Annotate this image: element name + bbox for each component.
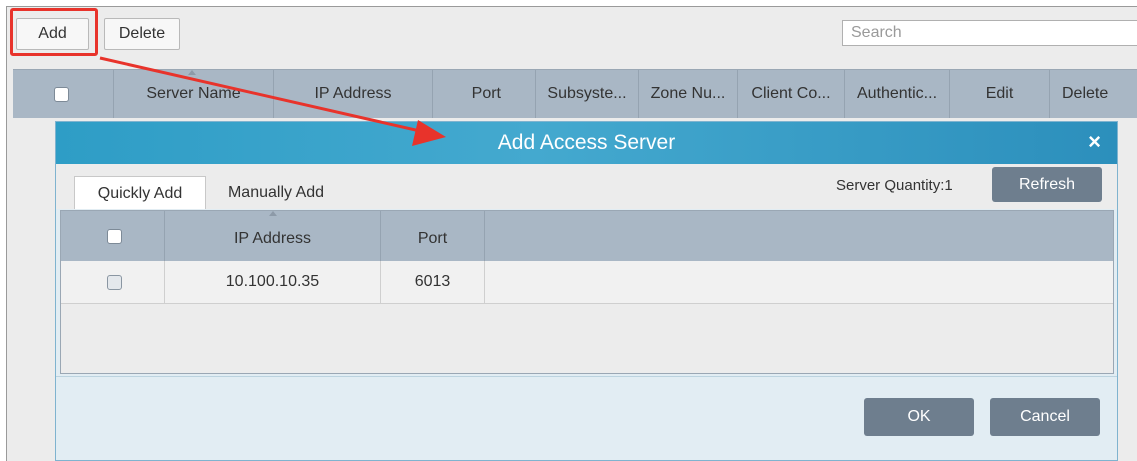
- dialog-tab-bar: Quickly Add Manually Add Server Quantity…: [56, 164, 1117, 209]
- row-checkbox[interactable]: [107, 275, 122, 290]
- dialog-footer-divider: [56, 376, 1117, 377]
- add-access-server-dialog: Add Access Server × Quickly Add Manually…: [55, 121, 1118, 461]
- server-quantity-label: Server Quantity:1: [836, 177, 953, 194]
- add-button-highlight: [10, 8, 98, 56]
- inner-select-all-checkbox[interactable]: [107, 229, 122, 244]
- col-port-label: Port: [471, 85, 501, 102]
- col-delete-label: Delete: [1062, 85, 1109, 102]
- inner-header-select-all-cell: [61, 211, 165, 261]
- inner-col-ip-address[interactable]: IP Address: [165, 211, 381, 261]
- quick-add-table-header: IP Address Port: [61, 211, 1113, 261]
- inner-col-port-label: Port: [417, 230, 448, 247]
- col-edit-label: Edit: [985, 85, 1014, 102]
- tab-quickly-add[interactable]: Quickly Add: [74, 176, 206, 209]
- col-subsystem-label: Subsyste...: [547, 85, 627, 102]
- tab-manually-add[interactable]: Manually Add: [216, 176, 336, 209]
- col-zone-number[interactable]: Zone Nu...: [639, 70, 738, 118]
- server-table-header: Server Name IP Address Port Subsyste... …: [13, 69, 1137, 118]
- row-ip-address: 10.100.10.35: [165, 261, 381, 303]
- cancel-button[interactable]: Cancel: [990, 398, 1100, 436]
- row-select-cell: [61, 261, 165, 303]
- col-ip-address-label: IP Address: [314, 85, 392, 102]
- quick-add-server-table: IP Address Port 10.100.10.35 6013: [60, 210, 1114, 374]
- ok-button[interactable]: OK: [864, 398, 974, 436]
- col-port[interactable]: Port: [433, 70, 536, 118]
- close-icon[interactable]: ×: [1088, 122, 1101, 162]
- col-server-name[interactable]: Server Name: [114, 70, 274, 118]
- col-zone-number-label: Zone Nu...: [650, 85, 726, 102]
- select-all-checkbox[interactable]: [54, 87, 69, 102]
- col-server-name-label: Server Name: [146, 85, 241, 102]
- delete-button[interactable]: Delete: [104, 18, 180, 50]
- col-client-count[interactable]: Client Co...: [738, 70, 845, 118]
- header-select-all-cell: [13, 70, 114, 118]
- sort-indicator-icon: [188, 70, 196, 75]
- inner-col-ip-address-label: IP Address: [233, 230, 312, 247]
- table-row[interactable]: 10.100.10.35 6013: [61, 261, 1113, 304]
- sort-indicator-icon: [269, 211, 277, 216]
- col-delete[interactable]: Delete: [1050, 70, 1137, 118]
- row-port: 6013: [381, 261, 485, 303]
- search-input[interactable]: Search: [842, 20, 1137, 46]
- col-ip-address[interactable]: IP Address: [274, 70, 433, 118]
- refresh-button[interactable]: Refresh: [992, 167, 1102, 202]
- inner-col-port[interactable]: Port: [381, 211, 485, 261]
- col-edit[interactable]: Edit: [950, 70, 1050, 118]
- col-authentication[interactable]: Authentic...: [845, 70, 950, 118]
- dialog-title-bar: Add Access Server ×: [56, 122, 1117, 164]
- dialog-title: Add Access Server: [497, 131, 676, 154]
- col-subsystem[interactable]: Subsyste...: [536, 70, 639, 118]
- col-authentication-label: Authentic...: [856, 85, 938, 102]
- col-client-count-label: Client Co...: [751, 85, 831, 102]
